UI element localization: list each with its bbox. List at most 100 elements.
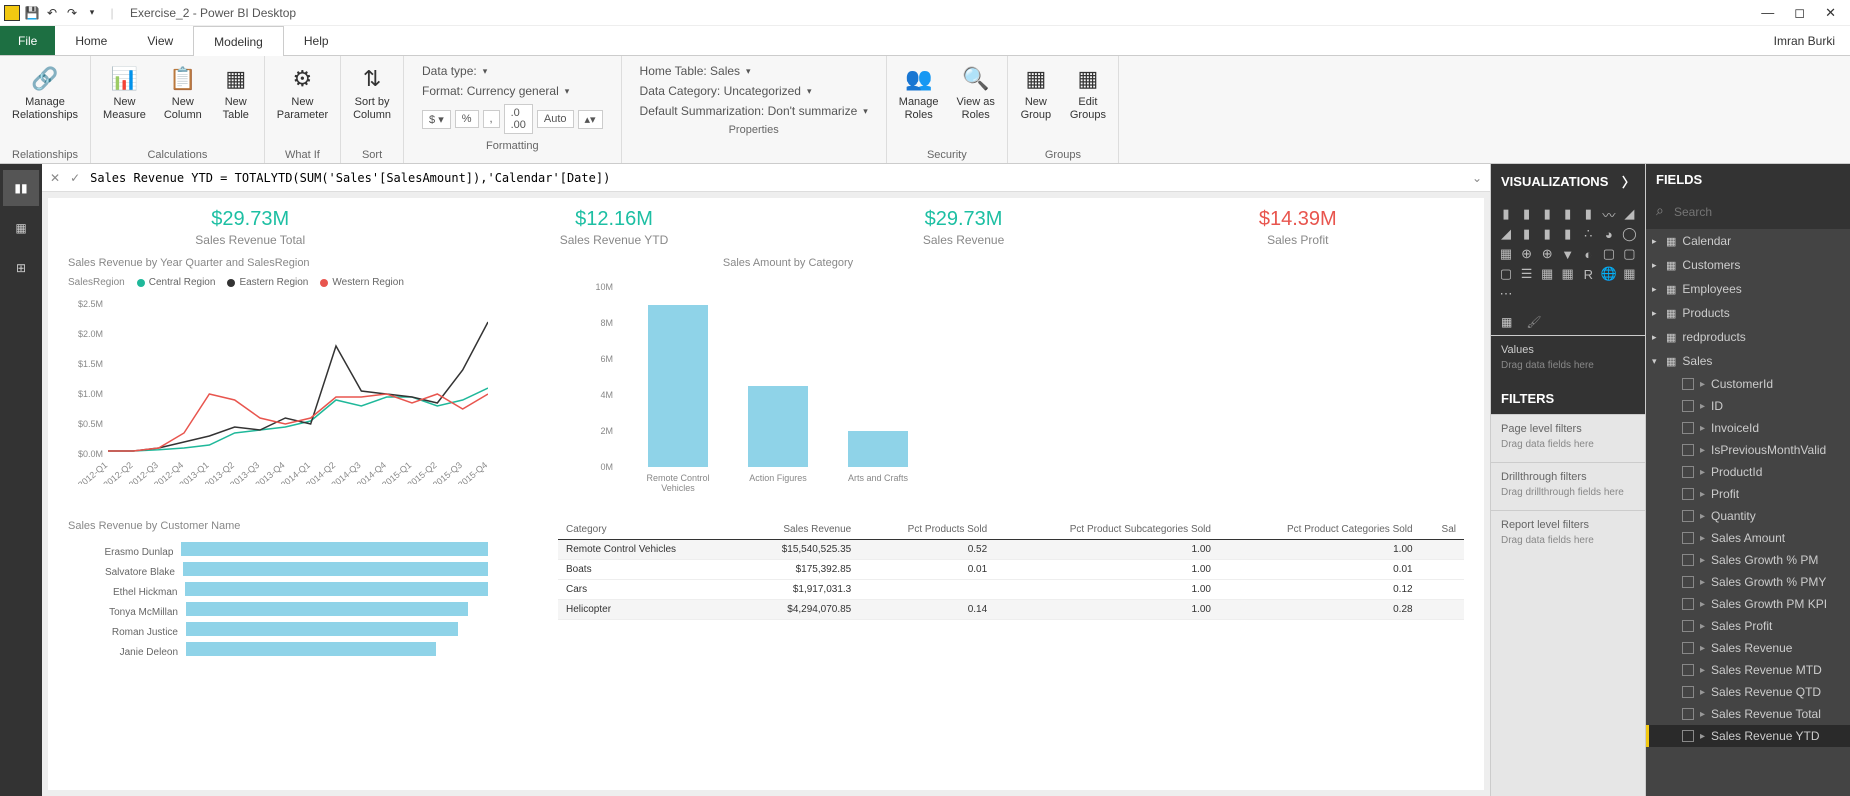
line-chart[interactable]: Sales Revenue by Year Quarter and SalesR… bbox=[68, 257, 488, 500]
field-table[interactable]: ▦ redproducts bbox=[1646, 325, 1850, 349]
field-item[interactable]: ▸ProductId bbox=[1646, 461, 1850, 483]
viz-multi-card-icon[interactable]: ▢ bbox=[1620, 245, 1638, 263]
viz-treemap-icon[interactable]: ▦ bbox=[1497, 245, 1515, 263]
currency-button[interactable]: $ ▾ bbox=[422, 110, 451, 129]
viz-expand-icon[interactable]: 〉 bbox=[1622, 172, 1635, 191]
viz-ribbon-icon[interactable]: ▮ bbox=[1538, 225, 1556, 243]
field-item[interactable]: ▸ID bbox=[1646, 395, 1850, 417]
spinner-button[interactable]: ▴▾ bbox=[578, 110, 603, 129]
field-table[interactable]: ▦ Calendar bbox=[1646, 229, 1850, 253]
sort-by-column-button[interactable]: ⇅Sort by Column bbox=[349, 60, 395, 124]
new-column-button[interactable]: 📋New Column bbox=[160, 60, 206, 124]
viz-stacked-column-icon[interactable]: ▮ bbox=[1579, 205, 1597, 223]
viz-fields-tab-icon[interactable]: ▦ bbox=[1501, 315, 1512, 329]
viz-r-icon[interactable]: R bbox=[1579, 265, 1597, 283]
formula-input[interactable] bbox=[90, 171, 1462, 185]
viz-stacked-area-icon[interactable]: ◢ bbox=[1497, 225, 1515, 243]
formula-cancel-icon[interactable]: ✕ bbox=[50, 171, 60, 185]
qat-dropdown-icon[interactable]: ▾ bbox=[84, 5, 100, 21]
data-view-icon[interactable]: ▦ bbox=[3, 210, 39, 246]
viz-more-icon[interactable]: ⋯ bbox=[1497, 285, 1515, 303]
undo-icon[interactable]: ↶ bbox=[44, 5, 60, 21]
viz-format-tab-icon[interactable]: 🖌 bbox=[1526, 315, 1541, 329]
field-item[interactable]: ▸Sales Revenue YTD bbox=[1646, 725, 1850, 747]
bar-chart[interactable]: Sales Amount by Category 0M2M4M6M8M10MRe… bbox=[578, 257, 998, 500]
auto-button[interactable]: Auto bbox=[537, 110, 574, 128]
minimize-icon[interactable]: — bbox=[1761, 5, 1774, 21]
report-canvas[interactable]: $29.73MSales Revenue Total$12.16MSales R… bbox=[48, 198, 1484, 790]
save-icon[interactable]: 💾 bbox=[24, 5, 40, 21]
field-item[interactable]: ▸Sales Revenue Total bbox=[1646, 703, 1850, 725]
user-label[interactable]: Imran Burki bbox=[1774, 26, 1850, 55]
field-item[interactable]: ▸Sales Revenue MTD bbox=[1646, 659, 1850, 681]
menu-help[interactable]: Help bbox=[284, 26, 349, 55]
maximize-icon[interactable]: ◻ bbox=[1794, 5, 1805, 21]
manage-roles-button[interactable]: 👥Manage Roles bbox=[895, 60, 943, 124]
viz-filled-map-icon[interactable]: ⊕ bbox=[1538, 245, 1556, 263]
viz-pie-icon[interactable]: ◕ bbox=[1600, 225, 1618, 243]
field-table[interactable]: ▦ Products bbox=[1646, 301, 1850, 325]
field-item[interactable]: ▸InvoiceId bbox=[1646, 417, 1850, 439]
summarization-label[interactable]: Default Summarization: Don't summarize bbox=[640, 104, 858, 118]
viz-bar-icon[interactable]: ▮ bbox=[1518, 205, 1536, 223]
edit-groups-button[interactable]: ▦Edit Groups bbox=[1066, 60, 1110, 124]
field-item[interactable]: ▸Sales Amount bbox=[1646, 527, 1850, 549]
close-icon[interactable]: ✕ bbox=[1825, 5, 1836, 21]
viz-map-icon[interactable]: ⊕ bbox=[1518, 245, 1536, 263]
hbar-chart[interactable]: Sales Revenue by Customer Name Erasmo Du… bbox=[68, 520, 488, 662]
field-table[interactable]: ▦ Customers bbox=[1646, 253, 1850, 277]
field-table[interactable]: ▦ Employees bbox=[1646, 277, 1850, 301]
viz-stacked-bar-icon[interactable]: ▮ bbox=[1497, 205, 1515, 223]
viz-custom-icon[interactable]: ▦ bbox=[1620, 265, 1638, 283]
field-item[interactable]: ▸Sales Growth % PMY bbox=[1646, 571, 1850, 593]
table-row[interactable]: Boats$175,392.850.011.000.01 bbox=[558, 560, 1464, 580]
field-table-sales[interactable]: ▦ Sales bbox=[1646, 349, 1850, 373]
field-item[interactable]: ▸Sales Growth % PM bbox=[1646, 549, 1850, 571]
field-item[interactable]: ▸IsPreviousMonthValid bbox=[1646, 439, 1850, 461]
viz-clustered-bar-icon[interactable]: ▮ bbox=[1538, 205, 1556, 223]
formula-commit-icon[interactable]: ✓ bbox=[70, 171, 80, 185]
kpi-card[interactable]: $12.16MSales Revenue YTD bbox=[560, 208, 669, 247]
menu-home[interactable]: Home bbox=[55, 26, 127, 55]
viz-card-icon[interactable]: ▢ bbox=[1600, 245, 1618, 263]
table-row[interactable]: Cars$1,917,031.31.000.12 bbox=[558, 580, 1464, 600]
new-group-button[interactable]: ▦New Group bbox=[1016, 60, 1056, 124]
viz-table-icon[interactable]: ▦ bbox=[1538, 265, 1556, 283]
field-item[interactable]: ▸Sales Revenue QTD bbox=[1646, 681, 1850, 703]
field-item[interactable]: ▸Quantity bbox=[1646, 505, 1850, 527]
file-menu[interactable]: File bbox=[0, 26, 55, 55]
viz-kpi-icon[interactable]: ▢ bbox=[1497, 265, 1515, 283]
viz-waterfall-icon[interactable]: ▮ bbox=[1559, 225, 1577, 243]
model-view-icon[interactable]: ⊞ bbox=[3, 250, 39, 286]
viz-matrix-icon[interactable]: ▦ bbox=[1559, 265, 1577, 283]
view-as-roles-button[interactable]: 🔍View as Roles bbox=[953, 60, 999, 124]
report-view-icon[interactable]: ▮▮ bbox=[3, 170, 39, 206]
data-table[interactable]: CategorySales RevenuePct Products SoldPc… bbox=[558, 520, 1464, 662]
comma-button[interactable]: , bbox=[483, 110, 500, 128]
field-item[interactable]: ▸CustomerId bbox=[1646, 373, 1850, 395]
field-item[interactable]: ▸Profit bbox=[1646, 483, 1850, 505]
percent-button[interactable]: % bbox=[455, 110, 479, 128]
manage-relationships-button[interactable]: 🔗Manage Relationships bbox=[8, 60, 82, 124]
home-table-label[interactable]: Home Table: Sales bbox=[640, 64, 741, 78]
viz-area-icon[interactable]: ◢ bbox=[1620, 205, 1638, 223]
redo-icon[interactable]: ↷ bbox=[64, 5, 80, 21]
viz-donut-icon[interactable]: ◯ bbox=[1620, 225, 1638, 243]
menu-modeling[interactable]: Modeling bbox=[193, 26, 284, 56]
field-item[interactable]: ▸Sales Revenue bbox=[1646, 637, 1850, 659]
field-item[interactable]: ▸Sales Profit bbox=[1646, 615, 1850, 637]
viz-gauge-icon[interactable]: ◐ bbox=[1579, 245, 1597, 263]
table-row[interactable]: Remote Control Vehicles$15,540,525.350.5… bbox=[558, 540, 1464, 560]
table-row[interactable]: Helicopter$4,294,070.850.141.000.28 bbox=[558, 600, 1464, 620]
data-category-label[interactable]: Data Category: Uncategorized bbox=[640, 84, 801, 98]
field-item[interactable]: ▸Sales Growth PM KPI bbox=[1646, 593, 1850, 615]
new-measure-button[interactable]: 📊New Measure bbox=[99, 60, 150, 124]
menu-view[interactable]: View bbox=[127, 26, 193, 55]
new-parameter-button[interactable]: ⚙New Parameter bbox=[273, 60, 332, 124]
new-table-button[interactable]: ▦New Table bbox=[216, 60, 256, 124]
viz-column-icon[interactable]: ▮ bbox=[1559, 205, 1577, 223]
viz-line-icon[interactable]: 〰 bbox=[1600, 205, 1618, 223]
viz-globe-icon[interactable]: 🌐 bbox=[1600, 265, 1618, 283]
decimal-button[interactable]: .0.00 bbox=[504, 104, 533, 134]
viz-scatter-icon[interactable]: ∴ bbox=[1579, 225, 1597, 243]
